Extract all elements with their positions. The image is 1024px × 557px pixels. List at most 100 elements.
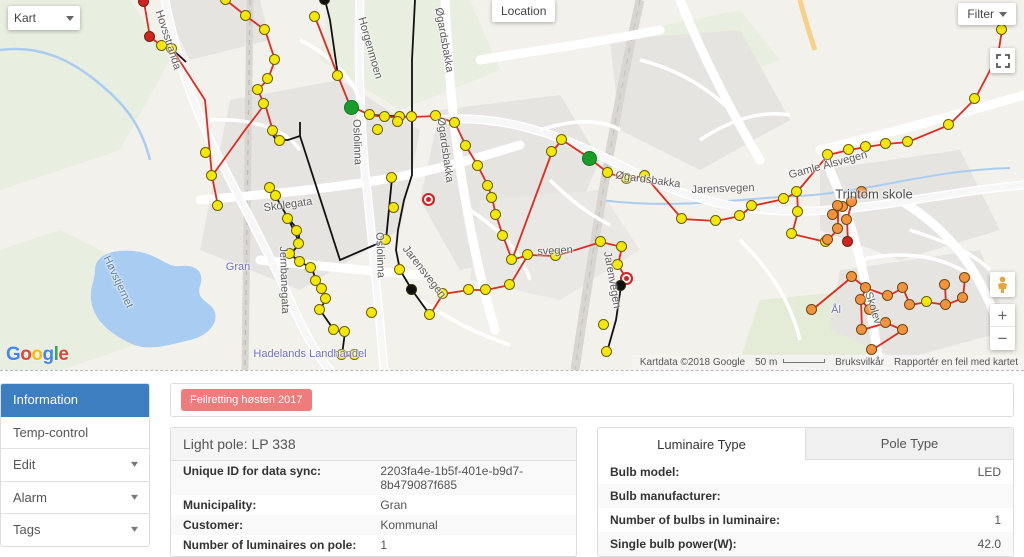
tab-luminaire-type[interactable]: Luminaire Type (598, 429, 806, 460)
map-marker-orange[interactable] (846, 196, 857, 207)
tag-badge[interactable]: Feilretting høsten 2017 (181, 389, 312, 411)
map-marker-yellow[interactable] (786, 228, 797, 239)
map-marker-yellow[interactable] (490, 209, 501, 220)
map-marker-yellow[interactable] (616, 241, 627, 252)
map-marker-yellow[interactable] (556, 134, 567, 145)
map-marker-yellow[interactable] (792, 206, 803, 217)
map-marker-orange[interactable] (959, 272, 970, 283)
map-marker-yellow[interactable] (602, 167, 613, 178)
map-marker-yellow[interactable] (621, 173, 632, 184)
map-marker-yellow[interactable] (258, 98, 269, 109)
map-marker-orange[interactable] (856, 324, 867, 335)
map-marker-orange[interactable] (882, 290, 893, 301)
details-sidebar[interactable]: Information Temp-control Edit ▾ Alarm ▾ Tags ▾ (0, 383, 150, 547)
map-marker-yellow[interactable] (291, 225, 302, 236)
map-marker-yellow[interactable] (282, 213, 293, 224)
sidebar-item-information[interactable]: Information (1, 384, 149, 417)
map-marker-yellow[interactable] (601, 346, 612, 357)
map-marker-yellow[interactable] (437, 288, 448, 299)
map-marker-yellow[interactable] (212, 200, 223, 211)
sidebar-item-temp-control[interactable]: Temp-control (1, 416, 149, 449)
map-marker-orange[interactable] (866, 344, 877, 355)
map-marker-yellow[interactable] (860, 141, 871, 152)
sidebar-item-edit[interactable]: Edit ▾ (1, 449, 149, 482)
map-marker-orange[interactable] (806, 304, 817, 315)
map-marker-yellow[interactable] (996, 24, 1007, 35)
map-marker-yellow[interactable] (262, 73, 273, 84)
map-marker-orange[interactable] (957, 292, 968, 303)
map-marker-orange[interactable] (940, 299, 951, 310)
map-marker-yellow[interactable] (595, 236, 606, 247)
zoom-in-button[interactable]: + (990, 304, 1015, 327)
map-marker-yellow[interactable] (336, 349, 347, 360)
map-marker-yellow[interactable] (522, 249, 533, 260)
terms-link[interactable]: Bruksvilkår (835, 357, 884, 368)
map-marker-orange[interactable] (864, 304, 875, 315)
map-marker-yellow[interactable] (240, 10, 251, 21)
map-marker-yellow[interactable] (386, 172, 397, 183)
map-marker-yellow[interactable] (372, 124, 383, 135)
map-type-select[interactable]: Kart (8, 6, 80, 30)
map-marker-yellow[interactable] (486, 192, 497, 203)
map-marker-yellow[interactable] (734, 210, 745, 221)
tab-pole-type[interactable]: Pole Type (806, 428, 1013, 459)
map-marker-black[interactable] (615, 280, 626, 291)
map-marker-yellow[interactable] (969, 93, 980, 104)
map-marker-orange[interactable] (855, 294, 866, 305)
sidebar-item-alarm[interactable]: Alarm ▾ (1, 481, 149, 514)
map-marker-yellow[interactable] (270, 190, 281, 201)
map-marker-yellow[interactable] (710, 215, 721, 226)
map-marker-orange[interactable] (880, 317, 891, 328)
location-button[interactable]: Location (492, 0, 556, 22)
map-marker-yellow[interactable] (880, 138, 891, 149)
map-view[interactable]: Hovsstranda Høvstjernet Skolegata Oslolinna… (0, 0, 1024, 370)
map-marker-yellow[interactable] (791, 186, 802, 197)
map-marker-yellow[interactable] (267, 125, 278, 136)
zoom-out-button[interactable]: − (990, 327, 1015, 350)
map-marker-yellow[interactable] (364, 109, 375, 120)
type-tabs[interactable]: Luminaire Type Pole Type (598, 428, 1013, 460)
map-marker-yellow[interactable] (497, 230, 508, 241)
map-marker-yellow[interactable] (394, 264, 405, 275)
map-marker-yellow[interactable] (506, 254, 517, 265)
map-marker-red[interactable] (144, 31, 155, 42)
map-marker-orange[interactable] (832, 200, 843, 211)
map-marker-yellow[interactable] (598, 319, 609, 330)
map-marker-yellow[interactable] (314, 304, 325, 315)
map-marker-yellow[interactable] (676, 213, 687, 224)
fullscreen-button[interactable] (990, 48, 1015, 73)
map-marker-orange[interactable] (846, 271, 857, 282)
map-marker-yellow[interactable] (778, 193, 789, 204)
map-marker-yellow[interactable] (550, 250, 561, 261)
map-marker-orange[interactable] (939, 279, 950, 290)
map-marker-yellow[interactable] (388, 202, 399, 213)
map-marker-yellow[interactable] (332, 70, 343, 81)
map-marker-yellow[interactable] (449, 117, 460, 128)
map-marker-yellow[interactable] (504, 279, 515, 290)
map-marker-yellow[interactable] (430, 110, 441, 121)
map-marker-yellow[interactable] (822, 149, 833, 160)
map-marker-yellow[interactable] (482, 180, 493, 191)
map-marker-yellow[interactable] (480, 284, 491, 295)
map-marker-green[interactable] (344, 100, 359, 115)
map-marker-yellow[interactable] (284, 248, 295, 259)
map-marker-yellow[interactable] (309, 11, 320, 22)
map-marker-yellow[interactable] (349, 349, 360, 360)
map-marker-yellow[interactable] (274, 135, 285, 146)
map-marker-orange[interactable] (856, 186, 867, 197)
map-marker-orange[interactable] (860, 282, 871, 293)
zoom-controls[interactable]: + − (990, 304, 1015, 350)
map-marker-yellow[interactable] (424, 309, 435, 320)
map-marker-orange[interactable] (897, 324, 908, 335)
map-marker-yellow[interactable] (639, 170, 650, 181)
map-marker-yellow[interactable] (269, 54, 280, 65)
map-marker-yellow[interactable] (339, 326, 350, 337)
map-marker-yellow[interactable] (293, 238, 304, 249)
map-marker-yellow[interactable] (392, 116, 403, 127)
map-marker-yellow[interactable] (328, 324, 339, 335)
map-marker-yellow[interactable] (320, 293, 331, 304)
map-marker-yellow[interactable] (294, 256, 305, 267)
map-marker-yellow[interactable] (200, 147, 211, 158)
filter-button[interactable]: Filter (958, 3, 1016, 25)
street-view-pegman-button[interactable] (990, 272, 1015, 297)
